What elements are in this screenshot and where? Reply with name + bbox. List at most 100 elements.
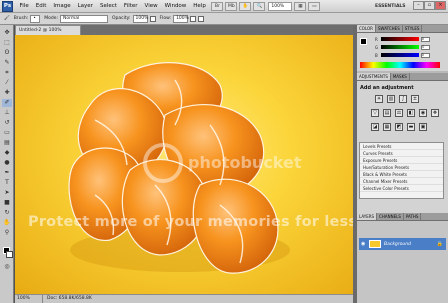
color-spectrum-bar[interactable] [360, 62, 440, 68]
eyedropper-tool-icon[interactable]: ⁄ [2, 79, 12, 87]
preset-exposure[interactable]: Exposure Presets [360, 157, 443, 164]
preset-channel-mixer[interactable]: Channel Mixer Presets [360, 178, 443, 185]
opacity-field[interactable]: 100% [132, 14, 148, 23]
tab-channels[interactable]: CHANNELS [377, 213, 404, 220]
hand-tool-icon[interactable]: ✋ [2, 219, 12, 227]
layer-name[interactable]: Background [384, 242, 411, 247]
color-panel-foreground-swatch[interactable] [360, 38, 367, 45]
airbrush-toggle[interactable] [190, 15, 197, 22]
minimize-button[interactable]: – [413, 1, 424, 10]
eraser-tool-icon[interactable]: ▭ [2, 129, 12, 137]
green-slider[interactable]: G 0 [375, 44, 437, 50]
gradient-map-icon[interactable]: ▬ [407, 123, 415, 131]
menu-select[interactable]: Select [96, 3, 120, 9]
menu-help[interactable]: Help [190, 3, 210, 9]
zoom-tool-icon[interactable]: ⚲ [2, 229, 12, 237]
blue-value[interactable]: 0 [420, 52, 430, 58]
move-tool-icon[interactable]: ✥ [2, 29, 12, 37]
hand-tool-button[interactable]: ✋ [239, 1, 252, 11]
close-button[interactable]: × [435, 1, 446, 10]
brush-icon[interactable]: 🖌 [4, 16, 10, 21]
bridge-button[interactable]: Br [211, 1, 224, 11]
screen-mode-button[interactable]: ▭ [308, 1, 321, 11]
menu-file[interactable]: File [16, 3, 32, 9]
color-balance-icon[interactable]: ⚖ [395, 109, 403, 117]
posterize-icon[interactable]: ▦ [383, 123, 391, 131]
quick-mask-icon[interactable]: ◎ [2, 263, 12, 271]
exposure-icon[interactable]: ± [411, 95, 419, 103]
menu-edit[interactable]: Edit [32, 3, 50, 9]
arrange-documents-button[interactable]: ▦ [294, 1, 307, 11]
tab-layers[interactable]: LAYERS [357, 213, 378, 220]
green-value[interactable]: 0 [421, 44, 431, 50]
path-select-tool-icon[interactable]: ➤ [2, 189, 12, 197]
mode-select[interactable]: Normal [60, 14, 109, 23]
threshold-icon[interactable]: ◩ [395, 123, 403, 131]
3d-rotate-tool-icon[interactable]: ↻ [2, 209, 12, 217]
layer-row-background[interactable]: ◉ Background 🔒 [359, 238, 446, 250]
red-value[interactable]: 0 [420, 36, 430, 42]
workspace-switcher[interactable]: ESSENTIALS [375, 2, 406, 11]
tab-masks[interactable]: MASKS [391, 73, 410, 80]
brightness-contrast-icon[interactable]: ☀ [375, 95, 383, 103]
document-size-info[interactable]: Doc: 658.8K/658.8K [43, 295, 92, 303]
clone-stamp-tool-icon[interactable]: ⊥ [2, 109, 12, 117]
menu-layer[interactable]: Layer [74, 3, 96, 9]
blue-label: B [375, 52, 378, 58]
preset-levels[interactable]: Levels Presets [360, 143, 443, 150]
brush-size-picker[interactable]: • [30, 14, 41, 23]
history-brush-tool-icon[interactable]: ↺ [2, 119, 12, 127]
mini-bridge-button[interactable]: Mb [225, 1, 238, 11]
selective-color-icon[interactable]: ▣ [419, 123, 427, 131]
flow-field[interactable]: 100% [173, 14, 189, 23]
healing-brush-tool-icon[interactable]: ✚ [2, 89, 12, 97]
blur-tool-icon[interactable]: ◆ [2, 149, 12, 157]
pressure-size-toggle[interactable] [198, 15, 205, 22]
shape-tool-icon[interactable]: ■ [2, 199, 12, 207]
gradient-tool-icon[interactable]: ▤ [2, 139, 12, 147]
dodge-tool-icon[interactable]: ● [2, 159, 12, 167]
background-color-swatch[interactable] [6, 251, 13, 258]
menu-filter[interactable]: Filter [120, 3, 141, 9]
status-zoom-field[interactable]: 100% [15, 295, 43, 303]
red-slider[interactable]: R 0 [375, 36, 437, 42]
type-tool-icon[interactable]: T [2, 179, 12, 187]
tab-styles[interactable]: STYLES [403, 25, 423, 32]
curves-icon[interactable]: ∫ [399, 95, 407, 103]
pen-tool-icon[interactable]: ✒ [2, 169, 12, 177]
image-canvas[interactable]: photobucket [15, 35, 353, 294]
tab-swatches[interactable]: SWATCHES [376, 25, 403, 32]
preset-selective-color[interactable]: Selective Color Presets [360, 185, 443, 192]
red-track[interactable] [380, 37, 419, 41]
invert-icon[interactable]: ◪ [371, 123, 379, 131]
lasso-tool-icon[interactable]: ʘ [2, 49, 12, 57]
hue-saturation-icon[interactable]: ▤ [383, 109, 391, 117]
black-white-icon[interactable]: ◧ [407, 109, 415, 117]
channel-mixer-icon[interactable]: ❖ [431, 109, 439, 117]
quick-select-tool-icon[interactable]: ✎ [2, 59, 12, 67]
blue-slider[interactable]: B 0 [375, 52, 437, 58]
preset-hue-saturation[interactable]: Hue/Saturation Presets [360, 164, 443, 171]
marquee-tool-icon[interactable]: ⬚ [2, 39, 12, 47]
maximize-button[interactable]: ▫ [424, 1, 435, 10]
levels-icon[interactable]: ▥ [387, 95, 395, 103]
document-tab[interactable]: Untitled-2 @ 100% (RGB/8) [15, 25, 81, 42]
tab-color[interactable]: COLOR [357, 25, 376, 32]
blue-track[interactable] [380, 53, 419, 57]
zoom-tool-button[interactable]: 🔍 [253, 1, 266, 11]
photo-filter-icon[interactable]: ◉ [419, 109, 427, 117]
vibrance-icon[interactable]: ▽ [371, 109, 379, 117]
brush-tool-icon[interactable]: ✐ [2, 99, 12, 107]
eye-icon[interactable]: ◉ [361, 241, 367, 247]
pressure-opacity-toggle[interactable] [149, 15, 156, 22]
menu-image[interactable]: Image [50, 3, 74, 9]
preset-curves[interactable]: Curves Presets [360, 150, 443, 157]
preset-black-white[interactable]: Black & White Presets [360, 171, 443, 178]
tab-paths[interactable]: PATHS [404, 213, 422, 220]
menu-view[interactable]: View [141, 3, 161, 9]
menu-window[interactable]: Window [161, 3, 190, 9]
crop-tool-icon[interactable]: ⌗ [2, 69, 12, 77]
tab-adjustments[interactable]: ADJUSTMENTS [357, 73, 391, 80]
zoom-level-field[interactable]: 100% [268, 1, 293, 11]
green-track[interactable] [381, 45, 420, 49]
